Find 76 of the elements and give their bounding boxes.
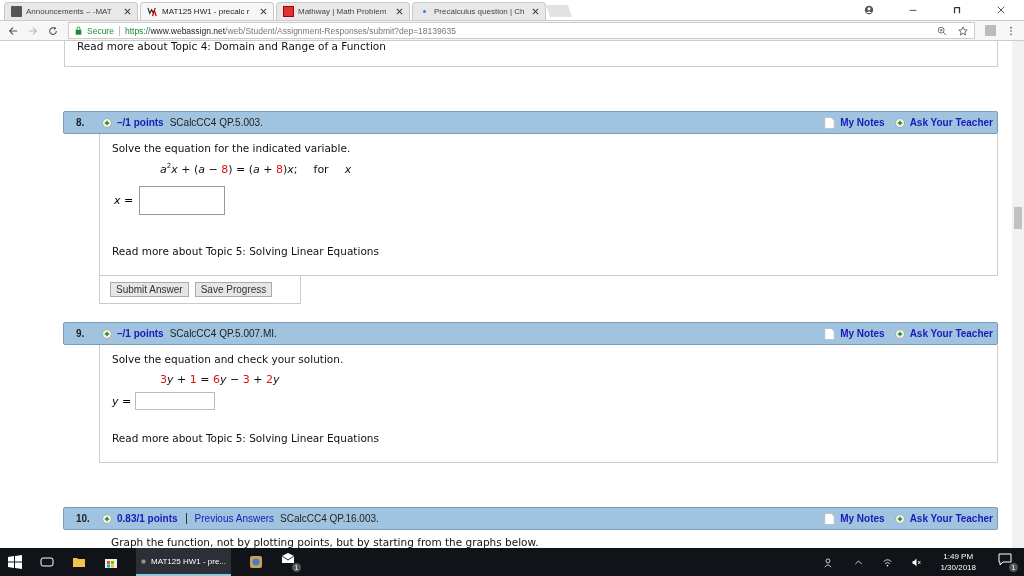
question-prompt: Solve the equation for the indicated variable.: [112, 142, 352, 155]
profile-icon[interactable]: [864, 5, 874, 15]
my-notes-link[interactable]: My Notes: [840, 328, 885, 339]
reload-icon[interactable]: [48, 25, 58, 36]
back-icon[interactable]: [8, 25, 18, 36]
my-notes-link[interactable]: My Notes: [840, 513, 885, 524]
question-number: 10.: [76, 513, 91, 524]
site-icon: [147, 6, 158, 17]
plus-icon[interactable]: [102, 117, 112, 128]
note-icon: [824, 327, 836, 340]
clock-time: 1:49 PM: [943, 551, 974, 562]
read-more-text: Read more about Topic 5: Solving Linear Equations: [112, 245, 380, 257]
question-prompt: Graph the function, not by plotting points, but by starting from the graphs below.: [111, 536, 540, 548]
lock-icon: [75, 26, 82, 35]
question-code: SCalcCC4 QP.5.007.MI.: [169, 328, 277, 339]
notification-icon[interactable]: [998, 552, 1012, 566]
answer-label: x =: [114, 194, 134, 207]
question-code: SCalcCC4 QP.5.003.: [169, 117, 263, 129]
plus-icon[interactable]: [894, 328, 905, 339]
submit-button[interactable]: Submit Answer: [110, 282, 189, 297]
url-text: https://www.webassign.net/web/Student/Assignment-Responses/submit?dep=18139635: [124, 25, 456, 36]
zoom-icon[interactable]: [937, 25, 947, 36]
browser-tab[interactable]: Mathway | Math Problem: [276, 2, 410, 20]
read-more-text: Read more about Topic 4: Domain and Range of a Function: [77, 41, 386, 52]
note-icon: [824, 512, 836, 525]
plus-icon[interactable]: [102, 328, 112, 339]
variable-text: x: [344, 163, 352, 176]
equation: 3y + 1 = 6y − 3 + 2y: [160, 373, 280, 386]
site-icon: [283, 6, 294, 17]
question-prompt: Solve the equation and check your solution.: [112, 353, 345, 365]
close-icon[interactable]: [996, 5, 1006, 15]
points-text: –/1 points: [117, 328, 164, 339]
mail-icon[interactable]: [281, 552, 295, 566]
scrollbar[interactable]: [1012, 41, 1024, 548]
browser-tab[interactable]: MAT125 HW1 - precalc r: [140, 2, 274, 20]
clock-date: 1/30/2018: [940, 562, 976, 573]
question-number: 9.: [76, 328, 86, 339]
secure-label: Secure: [87, 25, 114, 36]
previous-answers-link[interactable]: Previous Answers: [194, 513, 275, 524]
plus-icon[interactable]: [102, 513, 112, 524]
close-icon[interactable]: [124, 8, 131, 15]
plus-icon[interactable]: [894, 117, 905, 128]
my-notes-link[interactable]: My Notes: [840, 117, 885, 129]
question-number: 8.: [76, 117, 86, 129]
close-icon[interactable]: [532, 8, 539, 15]
site-icon: [423, 10, 426, 13]
star-icon[interactable]: [958, 25, 968, 36]
close-icon[interactable]: [396, 8, 403, 15]
restore-icon[interactable]: [952, 5, 962, 15]
answer-field[interactable]: [139, 186, 226, 215]
start-icon[interactable]: [8, 555, 22, 569]
for-label: for: [313, 163, 329, 176]
answer-field[interactable]: [135, 392, 216, 410]
answer-label: y =: [112, 394, 132, 408]
question-code: SCalcCC4 QP.16.003.: [280, 513, 379, 524]
plus-icon[interactable]: [894, 513, 905, 524]
site-icon: [11, 6, 22, 17]
points-text: –/1 points: [117, 117, 164, 129]
equation: a$^{2}$x + (a − 8) = (a + 8)x;: [160, 162, 298, 176]
ask-teacher-link[interactable]: Ask Your Teacher: [909, 117, 993, 129]
note-icon: [824, 116, 836, 129]
folder-icon[interactable]: [72, 555, 86, 569]
save-button[interactable]: Save Progress: [194, 282, 273, 297]
task-view-icon[interactable]: [40, 555, 54, 569]
ask-teacher-link[interactable]: Ask Your Teacher: [909, 328, 993, 339]
points-text: 0.83/1 points: [117, 513, 178, 524]
app-icon[interactable]: [249, 555, 263, 569]
browser-tab[interactable]: Precalculus question | Ch: [412, 2, 546, 20]
close-icon[interactable]: [260, 8, 267, 15]
wifi-icon[interactable]: [882, 556, 894, 568]
read-more-text: Read more about Topic 5: Solving Linear Equations: [112, 432, 380, 444]
speaker-icon[interactable]: [911, 556, 923, 568]
browser-tab[interactable]: Announcements – -MAT: [4, 2, 138, 20]
taskbar-app-button[interactable]: MAT125 HW1 - pre...: [136, 548, 231, 576]
address-bar[interactable]: Secure https://www.webassign.net/web/Student/Assignment-Responses/submit?dep=18139635: [68, 22, 975, 39]
ask-teacher-link[interactable]: Ask Your Teacher: [909, 513, 993, 524]
